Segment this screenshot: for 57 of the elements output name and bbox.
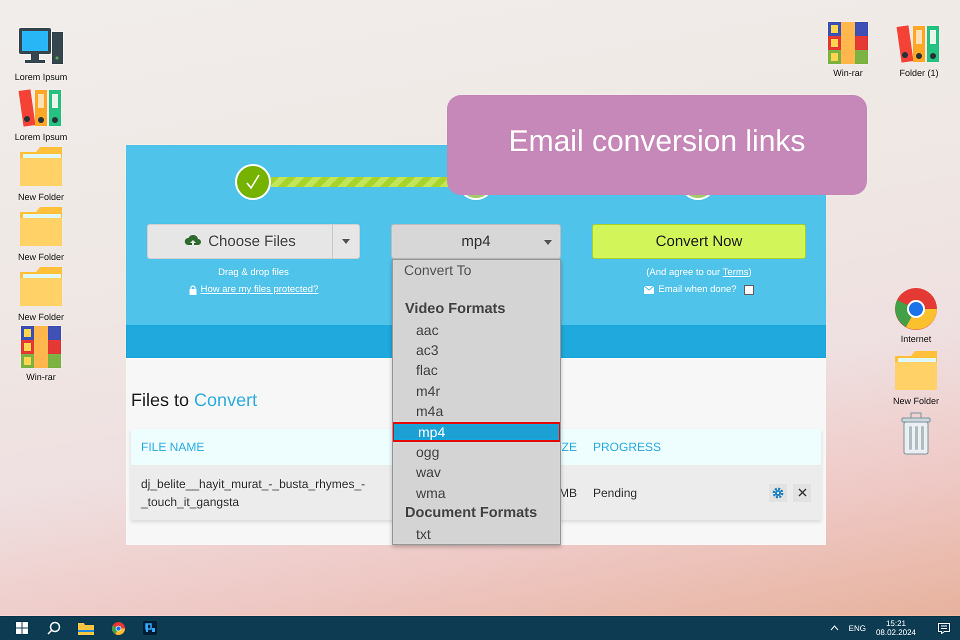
envelope-icon (644, 286, 654, 294)
table-cell-text: dj_belite__hayit_murat_-_busta_rhymes_-_touch_it_gangsta (141, 476, 366, 510)
convert-now-button[interactable]: Convert Now (592, 224, 806, 259)
desktop-icon-label: New Folder (18, 312, 64, 322)
desktop-icon-label: Internet (900, 334, 932, 344)
clock-date[interactable]: 08.02.2024 (876, 628, 916, 637)
desktop-icon-label: Win-rar (26, 372, 56, 382)
windows-logo-icon (16, 622, 28, 634)
caret-icon (342, 239, 350, 244)
search-icon (47, 621, 61, 635)
photo-editor-icon (143, 621, 157, 635)
remove-button[interactable] (793, 484, 811, 502)
notification-icon[interactable] (938, 622, 950, 634)
language-indicator[interactable]: ENG (848, 624, 866, 632)
terms-note: (And agree to our Terms) (646, 267, 752, 278)
table-cell-text: Pending (593, 484, 638, 502)
dropdown-option[interactable]: m4a (393, 401, 560, 422)
callout-text: Email conversion links (508, 125, 806, 159)
email-checkbox[interactable] (744, 284, 754, 294)
desktop-icon-label: Lorem Ipsum (14, 132, 68, 142)
clock-time[interactable]: 15:21 (886, 619, 906, 628)
dropdown-option[interactable]: flac (393, 360, 560, 381)
check-icon (244, 172, 262, 190)
dropdown-group-label: Document Formats (404, 504, 538, 524)
dropdown-option[interactable]: txt (393, 524, 560, 544)
dropdown-group-label: Video Formats (404, 300, 506, 320)
close-icon (798, 488, 806, 497)
dropdown-option[interactable]: ac3 (393, 340, 560, 360)
dropdown-option[interactable]: aac (393, 320, 560, 340)
dropdown-option[interactable]: wav (393, 462, 560, 483)
choose-files-menu-button[interactable] (333, 224, 360, 259)
column-header: ZE (562, 440, 577, 454)
desktop-icon-label: Win-rar (833, 68, 863, 78)
email-when-done-label: Email when done? (658, 284, 737, 295)
dropdown-header: Convert To (403, 261, 472, 280)
desktop-icon-label: New Folder (18, 252, 64, 262)
dropdown-option[interactable]: m4r (393, 380, 560, 402)
column-header: FILE NAME (141, 440, 204, 454)
settings-button[interactable] (769, 484, 787, 502)
desktop-icon-label: Lorem Ipsum (14, 72, 68, 82)
dropdown-option[interactable]: ogg (393, 442, 560, 462)
choose-files-button[interactable]: Choose Files (147, 224, 333, 259)
browser-icon (110, 620, 126, 636)
desktop-icon-label: New Folder (18, 192, 64, 202)
folder-icon (78, 622, 94, 634)
lock-icon (188, 284, 197, 294)
files-to-convert-heading: Files to Convert (131, 390, 258, 411)
desktop-icon-label: New Folder (892, 396, 939, 406)
browser-icon[interactable] (892, 286, 940, 332)
chevron-up-icon[interactable] (830, 625, 839, 631)
dropdown-option[interactable]: wma (393, 482, 560, 504)
drag-drop-hint: Drag & drop files (218, 267, 289, 278)
settings-icon (772, 486, 784, 498)
column-header: PROGRESS (593, 440, 662, 454)
format-select[interactable]: mp4 (391, 224, 561, 259)
caret-icon (544, 240, 552, 245)
desktop-icon-label: Folder (1) (899, 68, 938, 78)
